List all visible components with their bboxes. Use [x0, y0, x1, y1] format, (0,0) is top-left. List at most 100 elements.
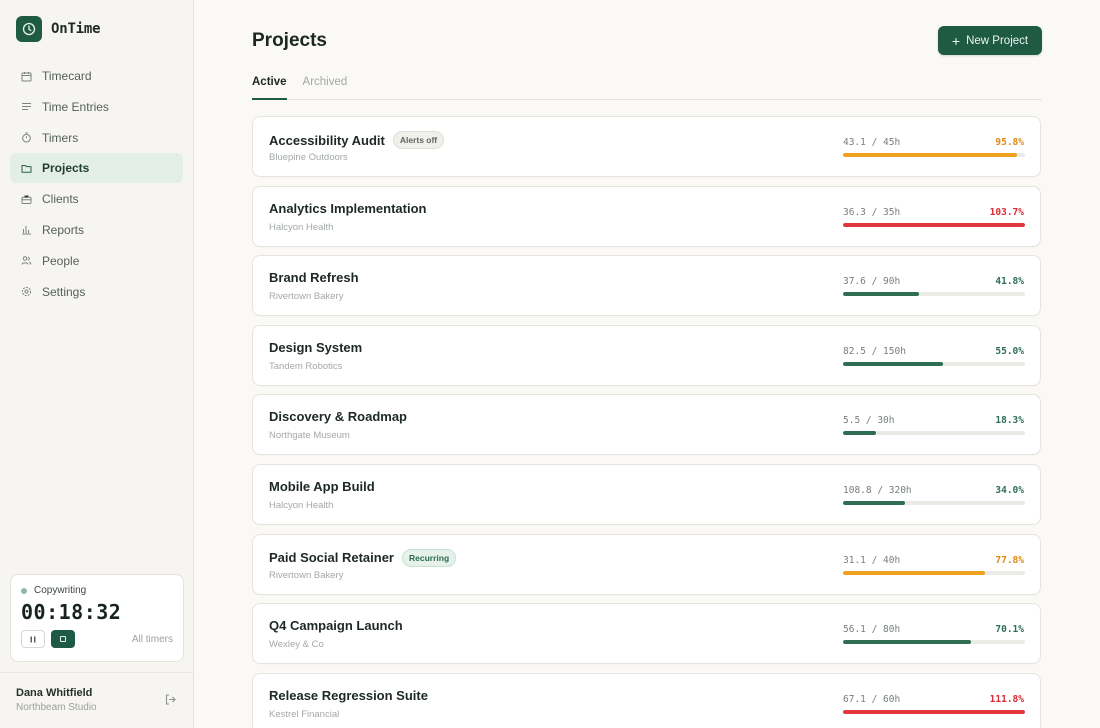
logout-icon[interactable]: [164, 693, 177, 711]
sidebar-item-clients[interactable]: Clients: [10, 184, 183, 214]
project-card[interactable]: Design System Tandem Robotics 82.5 / 150h 5…: [252, 324, 1041, 386]
pause-icon: [30, 636, 36, 642]
project-card[interactable]: Paid Social Retainer Recurring Rivertown B…: [252, 533, 1041, 595]
progress-fill: [843, 709, 1025, 714]
project-badge: Recurring: [402, 548, 457, 567]
project-hours: 37.6 / 90h: [843, 276, 901, 288]
progress-fill: [843, 570, 985, 575]
project-tabs: Active Archived: [252, 74, 1042, 100]
project-percent: 41.8%: [995, 276, 1024, 288]
tab-active[interactable]: Active: [252, 74, 287, 100]
folder-icon: [20, 162, 32, 174]
progress-fill: [843, 431, 877, 436]
progress-bar: [843, 500, 1025, 505]
project-name: Discovery & Roadmap: [269, 409, 407, 425]
sidebar-item-label: Settings: [42, 284, 86, 299]
progress-fill: [843, 222, 1025, 227]
project-name: Release Regression Suite: [269, 687, 428, 703]
project-hours: 43.1 / 45h: [843, 137, 901, 148]
stop-button[interactable]: [51, 630, 75, 648]
project-percent: 34.0%: [995, 484, 1024, 496]
sidebar-item-time-entries[interactable]: Time Entries: [10, 92, 183, 122]
sidebar-item-label: Time Entries: [42, 99, 109, 114]
project-percent: 103.7%: [989, 206, 1024, 218]
stop-icon: [60, 636, 66, 642]
gear-icon: [20, 286, 32, 298]
bar-chart-icon: [20, 224, 32, 236]
project-name: Paid Social Retainer: [269, 550, 394, 566]
project-card[interactable]: Discovery & Roadmap Northgate Museum 5.5 /…: [252, 394, 1041, 456]
progress-fill: [843, 292, 920, 297]
briefcase-icon: [20, 193, 32, 205]
project-name: Brand Refresh: [269, 270, 359, 286]
sidebar-item-reports[interactable]: Reports: [10, 215, 183, 245]
project-client: Kestrel Financial: [269, 708, 340, 720]
people-icon: [20, 255, 32, 267]
project-card[interactable]: Q4 Campaign Launch Wexley & Co 56.1 / 80h 7…: [252, 603, 1041, 665]
project-hours: 31.1 / 40h: [843, 554, 901, 566]
project-percent: 111.8%: [989, 693, 1024, 705]
sidebar-item-label: People: [42, 253, 80, 268]
progress-fill: [843, 153, 1018, 157]
progress-bar: [843, 570, 1025, 575]
brand[interactable]: OnTime: [0, 0, 193, 58]
project-card[interactable]: Release Regression Suite Kestrel Financia…: [252, 672, 1041, 728]
sidebar-item-people[interactable]: People: [10, 246, 183, 276]
project-hours: 5.5 / 30h: [843, 415, 895, 427]
stopwatch-icon: [20, 132, 32, 144]
page-title: Projects: [252, 30, 327, 51]
app-name: OnTime: [51, 21, 101, 37]
sidebar-item-label: Timers: [42, 130, 79, 145]
project-client: Halcyon Health: [269, 499, 334, 511]
timer-elapsed: 00:18:32: [21, 600, 122, 624]
project-card[interactable]: Mobile App Build Halcyon Health 108.8 / 32…: [252, 463, 1041, 525]
project-client: Rivertown Bakery: [269, 569, 344, 581]
pause-button[interactable]: [21, 630, 45, 648]
sidebar-item-settings[interactable]: Settings: [10, 277, 183, 307]
all-timers-link[interactable]: All timers: [132, 634, 173, 645]
sidebar: OnTime Timecard Time Entries Timers Project…: [0, 0, 194, 728]
progress-bar: [843, 222, 1025, 227]
progress-fill: [843, 640, 971, 645]
progress-bar: [843, 153, 1025, 157]
project-percent: 18.3%: [995, 415, 1024, 427]
sidebar-item-label: Timecard: [42, 69, 92, 83]
project-list: Accessibility Audit Alerts off Bluepine Ou…: [252, 116, 1042, 728]
project-name: Design System: [269, 339, 363, 355]
project-client: Bluepine Outdoors: [269, 152, 348, 163]
project-hours: 108.8 / 320h: [843, 484, 912, 496]
progress-fill: [843, 361, 944, 366]
project-percent: 77.8%: [995, 554, 1024, 566]
sidebar-item-timers[interactable]: Timers: [10, 123, 183, 153]
list-icon: [20, 101, 32, 113]
project-card[interactable]: Brand Refresh Rivertown Bakery 37.6 / 90h 4…: [252, 255, 1041, 317]
main-content: Projects + New Project Active Archived Ac…: [194, 0, 1100, 728]
project-name: Analytics Implementation: [269, 200, 427, 216]
timer-task: Copywriting: [34, 585, 87, 596]
new-project-label: New Project: [966, 34, 1029, 47]
user-profile: Dana Whitfield Northbeam Studio: [0, 672, 193, 728]
project-hours: 56.1 / 80h: [843, 624, 901, 636]
user-name: Dana Whitfield: [16, 687, 93, 699]
project-card[interactable]: Accessibility Audit Alerts off Bluepine Ou…: [252, 116, 1041, 177]
project-percent: 55.0%: [995, 345, 1024, 357]
active-timer-card: Copywriting 00:18:32 All timers: [10, 574, 184, 662]
project-name: Q4 Campaign Launch: [269, 618, 403, 634]
sidebar-item-label: Projects: [42, 161, 90, 176]
app-root: OnTime Timecard Time Entries Timers Project…: [0, 0, 1100, 728]
tab-archived[interactable]: Archived: [303, 74, 348, 100]
new-project-button[interactable]: + New Project: [938, 26, 1042, 55]
clock-icon: [16, 16, 42, 42]
project-card[interactable]: Analytics Implementation Halcyon Health 36…: [252, 185, 1041, 247]
project-client: Northgate Museum: [269, 430, 350, 442]
user-org: Northbeam Studio: [16, 702, 97, 713]
project-client: Halcyon Health: [269, 221, 334, 233]
project-hours: 82.5 / 150h: [843, 345, 906, 357]
progress-bar: [843, 431, 1025, 436]
sidebar-item-projects[interactable]: Projects: [10, 153, 183, 184]
project-badge: Alerts off: [392, 131, 445, 149]
project-hours: 67.1 / 60h: [843, 693, 901, 705]
sidebar-item-timecard[interactable]: Timecard: [10, 61, 183, 91]
project-hours: 36.3 / 35h: [843, 206, 901, 218]
plus-icon: +: [951, 32, 961, 49]
